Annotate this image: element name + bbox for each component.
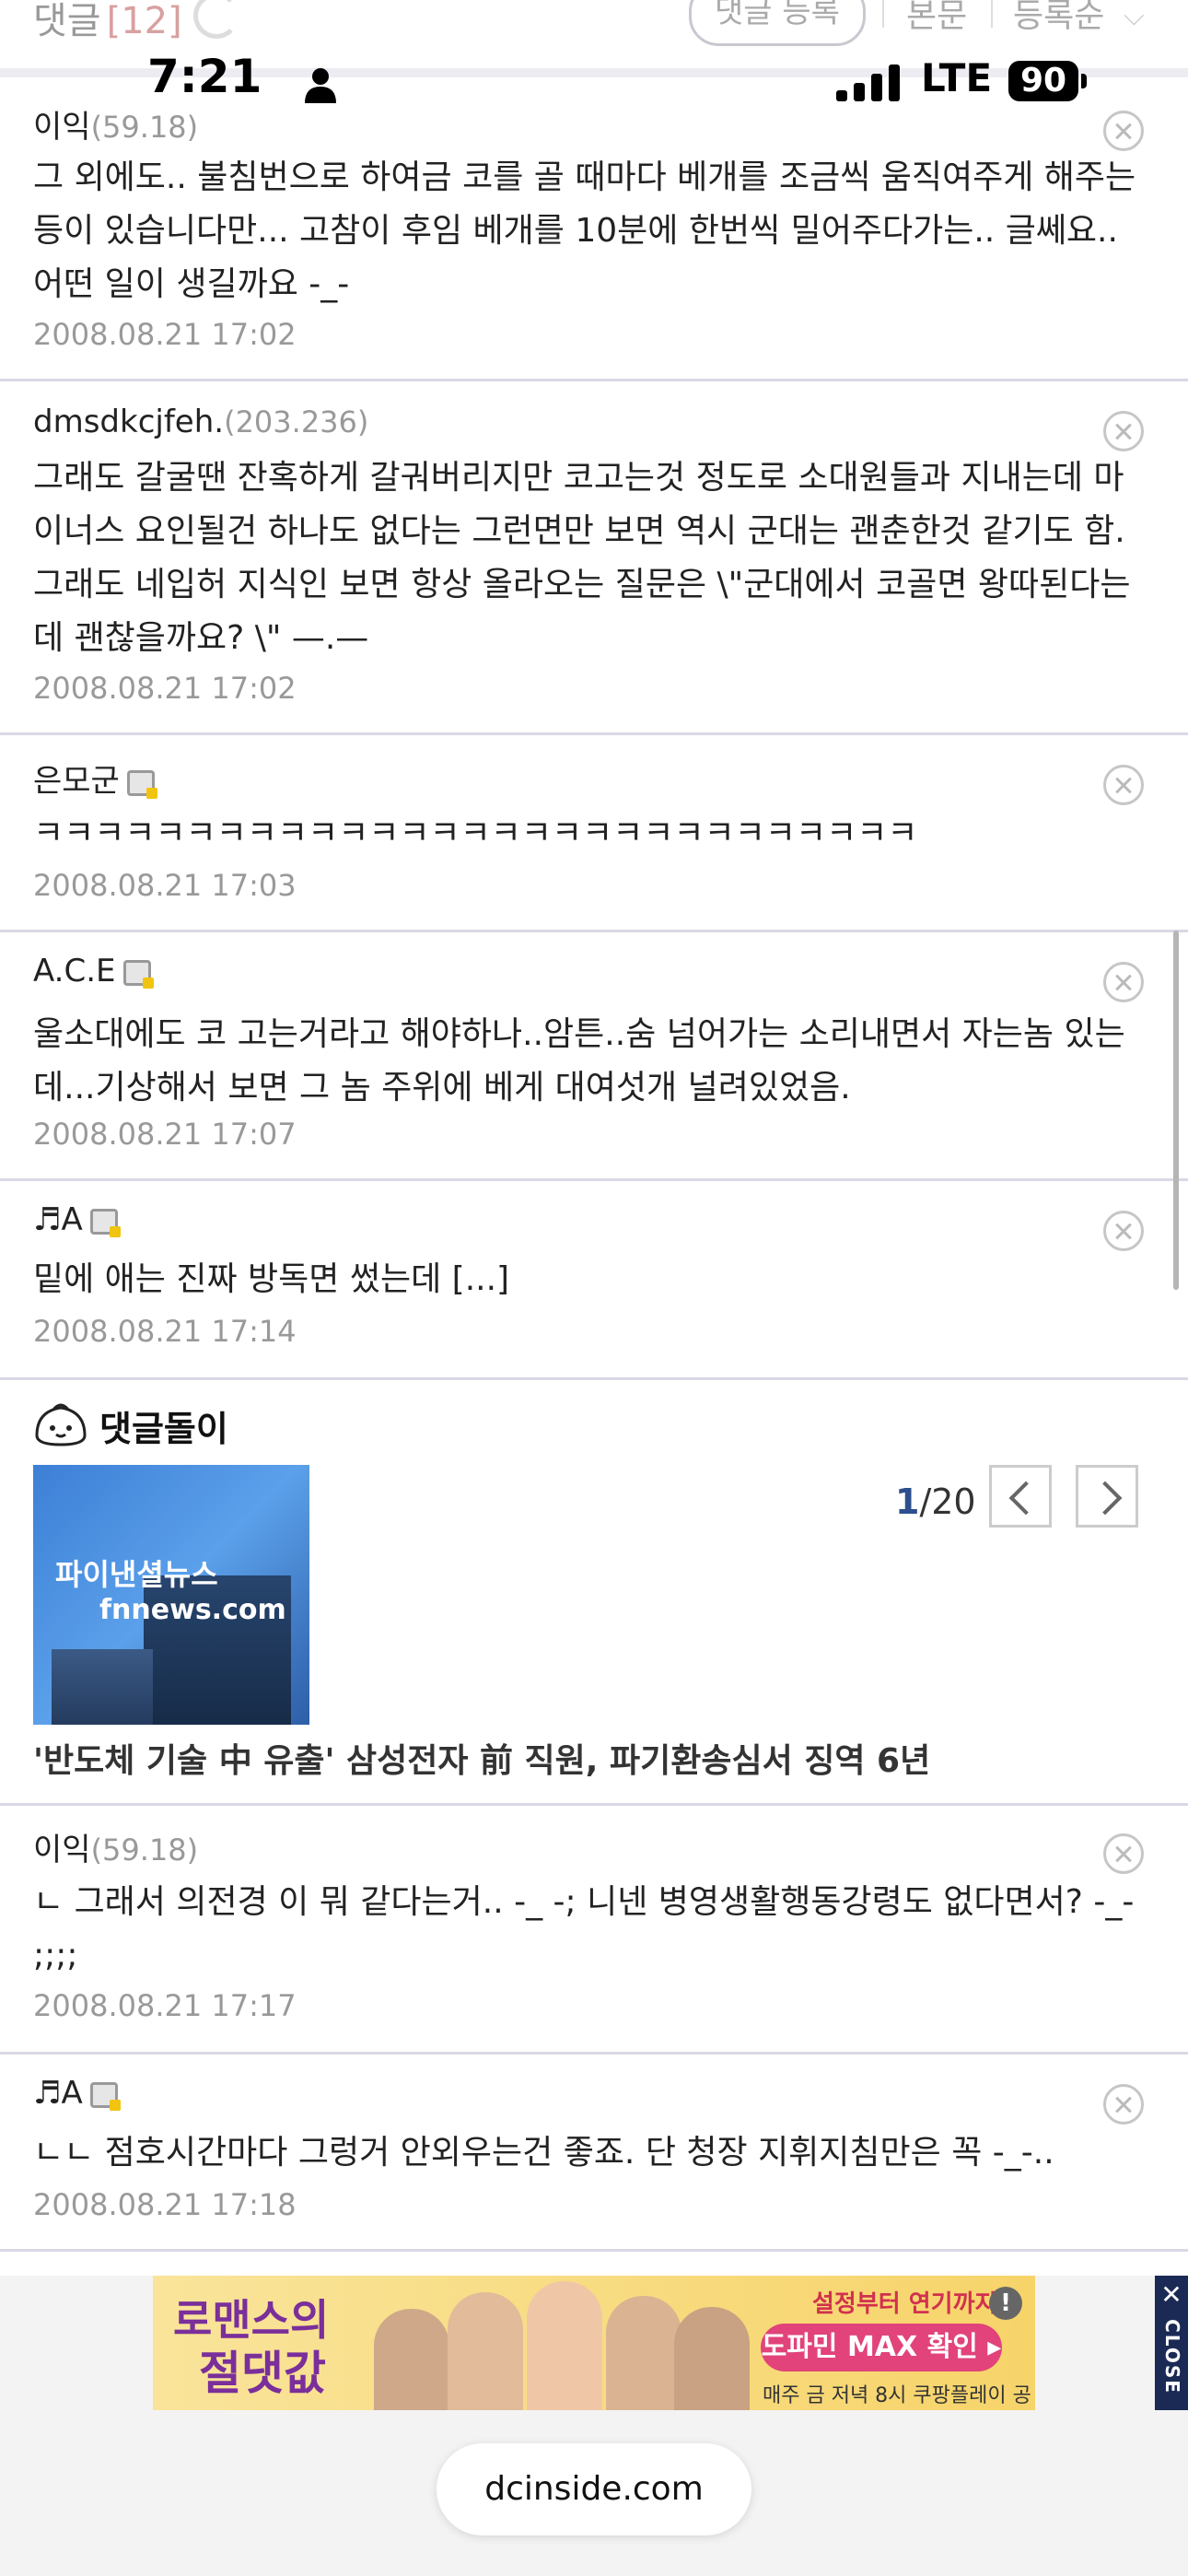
ad-cta-button[interactable]: 도파민 MAX 확인 ▸ <box>761 2324 1002 2371</box>
status-bar: 7:21 LTE 90 <box>0 46 1188 120</box>
divider <box>882 0 884 28</box>
dumpling-mascot-icon <box>35 1403 87 1446</box>
ad-cast-photo <box>365 2281 751 2410</box>
comment-date: 2008.08.21 17:14 <box>33 1314 297 1349</box>
sort-order-dropdown[interactable]: 등록순 <box>1013 0 1104 37</box>
close-icon[interactable] <box>1103 765 1144 805</box>
status-time: 7:21 <box>147 50 262 103</box>
url-bar[interactable]: dcinside.com <box>437 2443 751 2535</box>
close-icon[interactable] <box>1103 1211 1144 1251</box>
comment-item: 이익(59.18) ㄴ 그래서 의전경 이 뭐 같다는거.. -_ -; 니넨 … <box>0 1806 1188 2055</box>
comment-author[interactable]: 은모군 <box>33 755 157 801</box>
comment-bot-section: 댓글돌이 파이낸셜뉴스 fnnews.com 1/20 '반도체 기술 中 유출… <box>0 1380 1188 1806</box>
pager-total: /20 <box>919 1481 976 1522</box>
comment-date: 2008.08.21 17:02 <box>33 317 297 352</box>
gallery-icon <box>89 1208 121 1237</box>
battery-icon: 90 <box>1008 61 1078 101</box>
ad-close-button[interactable]: ✕ CLOSE <box>1155 2276 1188 2410</box>
comment-author[interactable]: ♬A <box>33 1201 121 1238</box>
ad-image[interactable]: 로맨스의 절댓값 설정부터 연기까지! ! 도파민 MAX 확인 ▸ 매주 금 … <box>153 2276 1035 2410</box>
person-icon <box>305 68 336 103</box>
close-icon[interactable] <box>1103 1833 1144 1874</box>
comment-item: 은모군 ㅋㅋㅋㅋㅋㅋㅋㅋㅋㅋㅋㅋㅋㅋㅋㅋㅋㅋㅋㅋㅋㅋㅋㅋㅋㅋㅋㅋㅋ 2008.0… <box>0 735 1188 932</box>
signal-icon <box>836 64 900 101</box>
ad-close-label: CLOSE <box>1161 2319 1183 2395</box>
comment-author[interactable]: dmsdkcjfeh.(203.236) <box>33 404 368 440</box>
close-icon: ✕ <box>1160 2279 1182 2310</box>
ad-promo-text: 설정부터 연기까지! <box>812 2290 1008 2318</box>
comment-item: dmsdkcjfeh.(203.236) 그래도 갈굴땐 잔혹하게 갈궈버리지만… <box>0 381 1188 735</box>
comment-count: [12] <box>106 0 182 42</box>
comment-text: 그래도 갈굴땐 잔혹하게 갈궈버리지만 코고는것 정도로 소대원들과 지내는데 … <box>33 459 1131 657</box>
battery-tip <box>1081 74 1087 88</box>
comment-item: A.C.E 울소대에도 코 고는거라고 해야하나..암튼..숨 넘어가는 소리내… <box>0 932 1188 1181</box>
body-link[interactable]: 본문 <box>906 0 967 37</box>
comment-date: 2008.08.21 17:07 <box>33 1117 297 1152</box>
comment-author[interactable]: 이익(59.18) <box>33 1824 198 1869</box>
comment-ip: (203.236) <box>224 404 369 439</box>
close-icon[interactable] <box>1103 411 1144 451</box>
comment-text: 그 외에도.. 불침번으로 하여금 코를 골 때마다 베개를 조금씩 움직여주게… <box>33 158 1136 303</box>
comment-text: ㄴㄴ 점호시간마다 그렁거 안외우는건 좋죠. 단 청장 지휘지침만은 꼭 -_… <box>33 2134 1054 2172</box>
gallery-icon <box>126 769 157 799</box>
next-page-button[interactable] <box>1076 1465 1138 1528</box>
comment-text: 밑에 애는 진짜 방독면 썼는데 [...] <box>33 1260 510 1298</box>
news-pager: 1/20 <box>895 1481 976 1522</box>
comment-bot-title: 댓글돌이 <box>99 1409 228 1449</box>
comment-header-title: 댓글 [12] <box>33 0 182 42</box>
comment-date: 2008.08.21 17:02 <box>33 671 297 706</box>
news-brand-url: fnnews.com <box>99 1594 286 1626</box>
news-headline[interactable]: '반도체 기술 中 유출' 삼성전자 前 직원, 파기환송심서 징역 6년 <box>33 1734 930 1782</box>
scrollbar-thumb[interactable] <box>1173 931 1179 1290</box>
register-comment-button[interactable]: 댓글 등록 <box>689 0 866 46</box>
comment-author[interactable]: A.C.E <box>33 953 154 989</box>
close-icon[interactable] <box>1103 962 1144 1002</box>
ad-schedule-text: 매주 금 저녁 8시 쿠팡플레이 공개 <box>763 2384 1031 2407</box>
comment-item: ♬A ㄴㄴ 점호시간마다 그렁거 안외우는건 좋죠. 단 청장 지휘지침만은 꼭… <box>0 2055 1188 2252</box>
comment-date: 2008.08.21 17:18 <box>33 2187 297 2222</box>
gallery-icon <box>122 959 154 989</box>
refresh-icon[interactable] <box>193 0 239 39</box>
divider <box>991 0 993 28</box>
ad-banner[interactable]: 로맨스의 절댓값 설정부터 연기까지! ! 도파민 MAX 확인 ▸ 매주 금 … <box>0 2276 1188 2414</box>
ad-title-line2: 절댓값 <box>199 2347 326 2400</box>
ad-info-icon[interactable]: ! <box>989 2287 1022 2320</box>
comment-item: ♬A 밑에 애는 진짜 방독면 썼는데 [...] 2008.08.21 17:… <box>0 1181 1188 1380</box>
news-brand-logo: 파이낸셜뉴스 <box>55 1557 218 1592</box>
comment-item: 이익(59.18) 그 외에도.. 불침번으로 하여금 코를 골 때마다 베개를… <box>0 81 1188 381</box>
close-icon[interactable] <box>1103 2084 1144 2125</box>
comment-date: 2008.08.21 17:03 <box>33 868 297 903</box>
building-graphic <box>52 1649 153 1725</box>
chevron-down-icon[interactable]: ⌵ <box>1124 0 1145 32</box>
comment-text: 울소대에도 코 고는거라고 해야하나..암튼..숨 넘어가는 소리내면서 자는놈… <box>33 1015 1125 1107</box>
comment-text: ㄴ 그래서 의전경 이 뭐 같다는거.. -_ -; 니넨 병영생활행동강령도 … <box>33 1883 1135 1974</box>
pager-current: 1 <box>895 1481 920 1522</box>
comment-text: ㅋㅋㅋㅋㅋㅋㅋㅋㅋㅋㅋㅋㅋㅋㅋㅋㅋㅋㅋㅋㅋㅋㅋㅋㅋㅋㅋㅋㅋ <box>33 814 918 852</box>
gallery-icon <box>89 2081 121 2111</box>
comment-author[interactable]: ♬A <box>33 2075 121 2112</box>
network-type: LTE <box>921 55 993 100</box>
comment-date: 2008.08.21 17:17 <box>33 1988 297 2023</box>
comment-ip: (59.18) <box>90 1832 199 1868</box>
prev-page-button[interactable] <box>989 1465 1052 1528</box>
news-thumbnail[interactable]: 파이낸셜뉴스 fnnews.com <box>33 1465 309 1725</box>
browser-bottom-bar: dcinside.com <box>0 2414 1188 2576</box>
